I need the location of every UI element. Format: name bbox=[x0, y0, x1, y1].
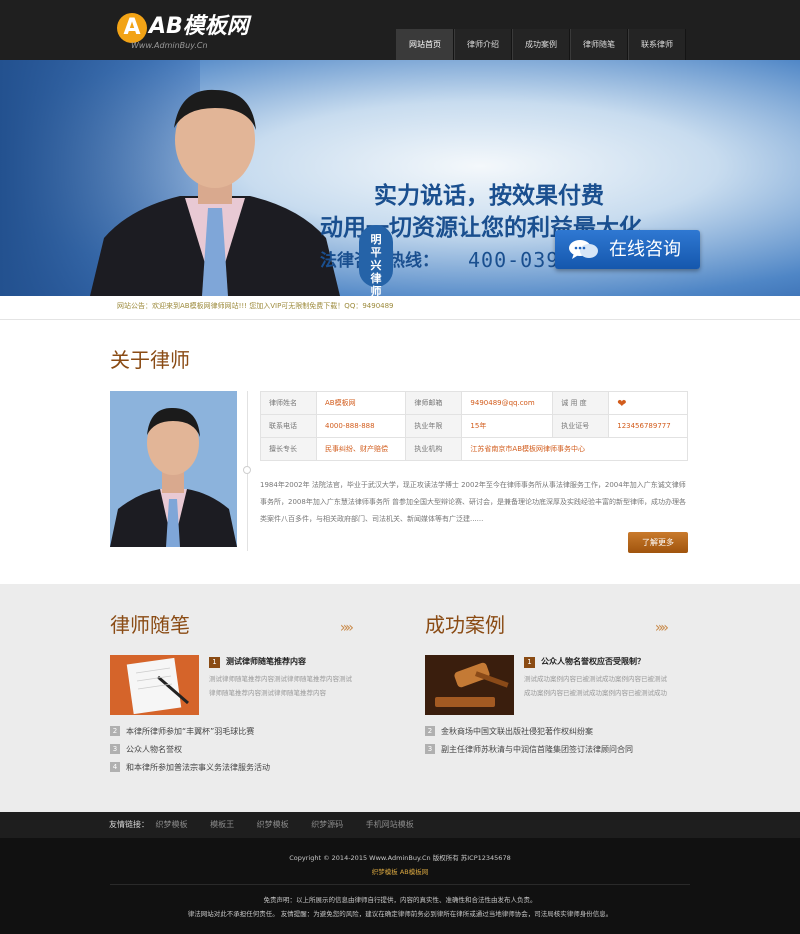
list-item-text: 金秋商场中国文联出版社侵犯著作权纠纷案 bbox=[441, 726, 593, 736]
nav-success-cases[interactable]: 成功案例 bbox=[512, 29, 570, 60]
seal-text: 明平兴律师 bbox=[370, 233, 382, 296]
notice-bar: 网站公告：欢迎来到AB模板网律师网站!!! 您加入VIP可无限制免费下载！QQ：… bbox=[0, 296, 800, 320]
friend-link[interactable]: 织梦模板 bbox=[156, 820, 188, 829]
cases-list: 2 金秋商场中国文联出版社侵犯著作权纠纷案 3 副主任律师苏秋清与中润信首隆集团… bbox=[425, 722, 710, 758]
info-value: 123456789777 bbox=[608, 414, 688, 438]
friend-links: 友情链接： 织梦模板 模板王 织梦模板 织梦源码 手机网站模板 bbox=[109, 819, 434, 830]
chat-bubble-icon bbox=[569, 240, 598, 259]
cases-column: 成功案例 »» 1 公众人物名誉权应否受限制？ 测试成功案例内容已被测试成功案例… bbox=[425, 584, 710, 812]
friend-links-bar: 友情链接： 织梦模板 模板王 织梦模板 织梦源码 手机网站模板 bbox=[0, 812, 800, 838]
about-photo bbox=[110, 391, 237, 547]
featured-essay-title[interactable]: 测试律师随笔推荐内容 bbox=[226, 656, 306, 667]
friend-link[interactable]: 手机网站模板 bbox=[366, 820, 414, 829]
list-item[interactable]: 4 和本律所参加普法宗事义务法律服务活动 bbox=[110, 758, 395, 776]
about-title: 关于律师 bbox=[110, 348, 190, 372]
table-row: 联系电话 4000-888-888 执业年限 15年 执业证号 12345678… bbox=[260, 414, 688, 438]
site-header: A AB模板网 Www.AdminBuy.Cn 网站首页 律师介绍 成功案例 律… bbox=[0, 0, 800, 60]
info-key: 擅长专长 bbox=[260, 437, 317, 461]
essays-list: 2 本律所律师参加“丰翼杯”羽毛球比赛 3 公众人物名誉权 4 和本律所参加普法… bbox=[110, 722, 395, 776]
lawyer-photo bbox=[110, 391, 237, 547]
list-item[interactable]: 3 副主任律师苏秋清与中润信首隆集团签订法律顾问合同 bbox=[425, 740, 710, 758]
info-key: 律师姓名 bbox=[260, 391, 317, 415]
lawyer-seal: 明平兴律师 bbox=[359, 225, 393, 296]
info-key: 联系电话 bbox=[260, 414, 317, 438]
footer-copyright: Copyright © 2014-2015 Www.AdminBuy.Cn 版权… bbox=[289, 854, 511, 862]
list-item-text: 公众人物名誉权 bbox=[126, 744, 182, 754]
learn-more-button[interactable]: 了解更多 bbox=[628, 532, 688, 553]
lawyer-portrait bbox=[90, 89, 340, 296]
info-value: 江苏省南京市AB模板网律师事务中心 bbox=[461, 437, 688, 461]
nav-contact-lawyer[interactable]: 联系律师 bbox=[628, 29, 686, 60]
gavel-image bbox=[425, 655, 514, 715]
friend-link[interactable]: 模板王 bbox=[210, 820, 234, 829]
friend-link[interactable]: 织梦模板 bbox=[257, 820, 289, 829]
info-key: 执业机构 bbox=[405, 437, 463, 461]
list-number: 3 bbox=[110, 744, 120, 754]
footer-links[interactable]: 织梦模板 AB模板网 bbox=[0, 866, 800, 876]
lawyer-info-table: 律师姓名 AB模板网 律师邮箱 9490489@qq.com 诚 用 度 ❤ 联… bbox=[260, 391, 688, 461]
list-item[interactable]: 2 金秋商场中国文联出版社侵犯著作权纠纷案 bbox=[425, 722, 710, 740]
info-value: 4000-888-888 bbox=[315, 414, 407, 438]
nav-lawyer-intro[interactable]: 律师介绍 bbox=[454, 29, 512, 60]
cases-title: 成功案例 bbox=[425, 613, 505, 637]
info-key: 执业年限 bbox=[405, 414, 463, 438]
footer-disclaimer-2: 律法网站对此不承担任何责任。 友情提醒：为避免您的风险，建议在确定律师前务必到律… bbox=[187, 910, 613, 918]
main-nav: 网站首页 律师介绍 成功案例 律师随笔 联系律师 bbox=[396, 29, 686, 60]
about-description: 1984年2002年 法院法官，毕业于武汉大学，现正攻读法学博士 2002年至今… bbox=[260, 481, 687, 523]
info-key: 律师邮箱 bbox=[405, 391, 463, 415]
nav-lawyer-essays[interactable]: 律师随笔 bbox=[570, 29, 628, 60]
info-value: 15年 bbox=[461, 414, 554, 438]
cases-more-arrows-icon[interactable]: »» bbox=[655, 620, 669, 636]
essays-more-arrows-icon[interactable]: »» bbox=[340, 620, 354, 636]
info-value: AB模板网 bbox=[315, 391, 407, 415]
essays-title: 律师随笔 bbox=[110, 613, 190, 637]
essays-thumbnail[interactable] bbox=[110, 655, 199, 715]
timeline-dot bbox=[243, 466, 251, 474]
list-number: 2 bbox=[425, 726, 435, 736]
list-item[interactable]: 2 本律所律师参加“丰翼杯”羽毛球比赛 bbox=[110, 722, 395, 740]
list-number: 3 bbox=[425, 744, 435, 754]
notebook-pen-image bbox=[110, 655, 199, 715]
about-section: 关于律师 律师姓名 AB模板网 律师邮箱 9490489@qq.com 诚 用 … bbox=[0, 320, 800, 583]
friend-links-label: 友情链接： bbox=[109, 820, 149, 829]
featured-essay-desc: 测试律师随笔推荐内容测试律师随笔推荐内容测试律师随笔推荐内容测试律师随笔推荐内容 bbox=[209, 675, 352, 697]
info-key: 执业证号 bbox=[552, 414, 610, 438]
logo-text: AB模板网 bbox=[149, 14, 249, 39]
featured-number: 1 bbox=[209, 657, 220, 668]
featured-case-desc: 测试成功案例内容已被测试成功案例内容已被测试成功案例内容已被测试成功案例内容已被… bbox=[524, 675, 667, 697]
consult-label: 在线咨询 bbox=[609, 239, 681, 260]
logo-subtitle: Www.AdminBuy.Cn bbox=[131, 41, 208, 50]
footer-divider bbox=[110, 884, 690, 885]
online-consult-button[interactable]: 在线咨询 bbox=[555, 230, 700, 269]
cases-thumbnail[interactable] bbox=[425, 655, 514, 715]
heart-icon: ❤ bbox=[608, 391, 688, 415]
notice-text: 网站公告：欢迎来到AB模板网律师网站!!! 您加入VIP可无限制免费下载！QQ：… bbox=[117, 302, 394, 310]
list-item[interactable]: 3 公众人物名誉权 bbox=[110, 740, 395, 758]
hero-banner: 实力说话，按效果付费 动用一切资源让您的利益最大化 法律咨询热线： 400-03… bbox=[0, 60, 800, 296]
friend-link[interactable]: 织梦源码 bbox=[311, 820, 343, 829]
nav-home[interactable]: 网站首页 bbox=[396, 29, 454, 60]
logo-badge: A bbox=[117, 13, 147, 43]
list-item-text: 和本律所参加普法宗事义务法律服务活动 bbox=[126, 762, 270, 772]
site-footer: Copyright © 2014-2015 Www.AdminBuy.Cn 版权… bbox=[0, 838, 800, 934]
table-row: 擅长专长 民事纠纷、财产赔偿 执业机构 江苏省南京市AB模板网律师事务中心 bbox=[260, 437, 688, 461]
featured-case-title[interactable]: 公众人物名誉权应否受限制？ bbox=[541, 656, 645, 667]
featured-number: 1 bbox=[524, 657, 535, 668]
footer-disclaimer: 免责声明：以上所展示的信息由律师自行提供，内容的真实性、准确性和合法性由发布人负… bbox=[263, 896, 537, 904]
list-number: 4 bbox=[110, 762, 120, 772]
list-number: 2 bbox=[110, 726, 120, 736]
info-value: 9490489@qq.com bbox=[461, 391, 554, 415]
list-item-text: 本律所律师参加“丰翼杯”羽毛球比赛 bbox=[126, 726, 255, 736]
list-item-text: 副主任律师苏秋清与中润信首隆集团签订法律顾问合同 bbox=[441, 744, 633, 754]
info-key: 诚 用 度 bbox=[552, 391, 610, 415]
essays-column: 律师随笔 »» 1 测试律师随笔推荐内容 测试律师随笔推荐内容测试律师随笔推荐内… bbox=[110, 584, 395, 812]
news-section: 律师随笔 »» 1 测试律师随笔推荐内容 测试律师随笔推荐内容测试律师随笔推荐内… bbox=[0, 584, 800, 812]
info-value: 民事纠纷、财产赔偿 bbox=[315, 437, 407, 461]
table-row: 律师姓名 AB模板网 律师邮箱 9490489@qq.com 诚 用 度 ❤ bbox=[260, 391, 688, 415]
banner-slogan-1: 实力说话，按效果付费 bbox=[374, 183, 604, 209]
